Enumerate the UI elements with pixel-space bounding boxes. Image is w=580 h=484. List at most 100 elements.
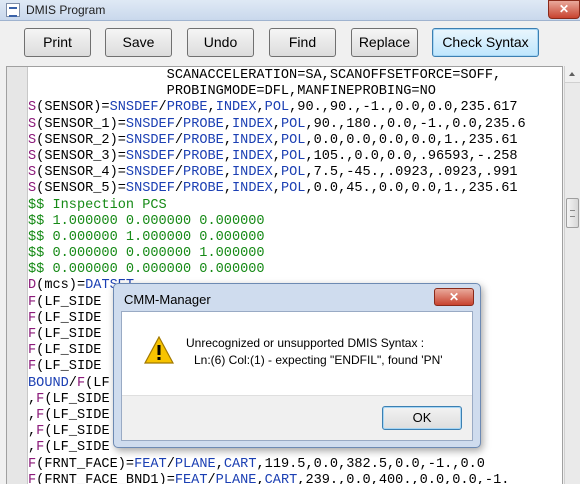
code-line[interactable]: S(SENSOR_4)=SNSDEF/PROBE,INDEX,POL,7.5,-… <box>28 165 526 181</box>
code-token: FEAT <box>134 456 167 472</box>
code-line[interactable]: S(SENSOR)=SNSDEF/PROBE,INDEX,POL,90.,90.… <box>28 100 526 116</box>
code-token: INDEX <box>232 148 273 164</box>
code-token: POL <box>264 100 290 116</box>
ok-button[interactable]: OK <box>382 406 462 430</box>
code-line[interactable]: S(SENSOR_1)=SNSDEF/PROBE,INDEX,POL,90.,1… <box>28 117 526 133</box>
code-token: , <box>207 100 216 116</box>
code-token: (SENSOR_4)= <box>36 165 126 181</box>
code-token: INDEX <box>232 116 273 132</box>
code-token: PROBINGMODE=DFL,MANFINEPROBING=NO <box>28 84 436 100</box>
code-token: PROBE <box>183 165 224 181</box>
code-token: / <box>68 375 77 391</box>
code-token: POL <box>280 181 306 197</box>
find-button[interactable]: Find <box>269 28 336 57</box>
print-button[interactable]: Print <box>24 28 91 57</box>
code-token: SNSDEF <box>125 181 175 197</box>
dialog-message-line1: Unrecognized or unsupported DMIS Syntax … <box>186 336 425 350</box>
code-token: $$ 0.000000 1.000000 0.000000 <box>28 229 265 245</box>
code-token: , <box>28 440 37 456</box>
replace-button[interactable]: Replace <box>351 28 418 57</box>
code-token: POL <box>280 148 306 164</box>
window-title: DMIS Program <box>26 3 106 17</box>
code-line[interactable]: S(SENSOR_5)=SNSDEF/PROBE,INDEX,POL,0.0,4… <box>28 181 526 197</box>
code-token: (SENSOR)= <box>36 100 110 116</box>
code-token: , <box>223 132 232 148</box>
code-token: ,119.5,0.0,382.5,0.0,-1.,0.0 <box>256 456 485 472</box>
code-token: (LF_SIDE <box>44 391 110 407</box>
code-token: $$ 0.000000 0.000000 1.000000 <box>28 246 265 262</box>
code-token: / <box>174 148 184 164</box>
code-line[interactable]: $$ 0.000000 0.000000 0.000000 <box>28 262 526 278</box>
code-token: S <box>28 181 37 197</box>
code-token: PROBE <box>183 116 224 132</box>
scroll-up-arrow-icon[interactable] <box>565 66 580 83</box>
code-token: / <box>174 165 184 181</box>
code-token: INDEX <box>232 181 273 197</box>
code-token: ,239.,0.0,400.,0.0,0.0,-1. <box>297 472 510 484</box>
code-token: , <box>256 472 265 484</box>
code-token: D <box>28 278 37 294</box>
code-token: / <box>174 132 184 148</box>
code-line[interactable]: F(FRNT_FACE)=FEAT/PLANE,CART,119.5,0.0,3… <box>28 457 526 473</box>
code-token: SNSDEF <box>109 100 159 116</box>
vertical-scrollbar[interactable] <box>564 66 580 484</box>
editor-gutter <box>7 67 28 484</box>
code-token: / <box>174 116 184 132</box>
code-token: (SENSOR_5)= <box>36 181 126 197</box>
code-line[interactable]: S(SENSOR_2)=SNSDEF/PROBE,INDEX,POL,0.0,0… <box>28 133 526 149</box>
dialog-body: Unrecognized or unsupported DMIS Syntax … <box>121 311 473 441</box>
code-token: (mcs)= <box>36 278 86 294</box>
code-token: , <box>215 456 224 472</box>
code-token: $$ 0.000000 0.000000 0.000000 <box>28 262 265 278</box>
code-token: INDEX <box>232 165 273 181</box>
code-token: ,90.,180.,0.0,-1.,0.0,235.6 <box>305 116 526 132</box>
code-token: , <box>272 148 281 164</box>
code-token: (LF <box>85 375 110 391</box>
code-token: ,105.,0.0,0.0,.96593,-.258 <box>305 148 518 164</box>
code-token: F <box>28 472 37 484</box>
code-line[interactable]: S(SENSOR_3)=SNSDEF/PROBE,INDEX,POL,105.,… <box>28 149 526 165</box>
code-token: ,90.,90.,-1.,0.0,0.0,235.617 <box>289 100 518 116</box>
code-token: F <box>28 456 37 472</box>
window-close-button[interactable]: ✕ <box>548 0 580 19</box>
save-button[interactable]: Save <box>105 28 172 57</box>
code-token: PROBE <box>183 132 224 148</box>
code-token: , <box>28 424 37 440</box>
check-syntax-button[interactable]: Check Syntax <box>432 28 539 57</box>
code-token: ,0.0,0.0,0.0,0.0,1.,235.61 <box>305 132 518 148</box>
code-line[interactable]: SCANACCELERATION=SA,SCANOFFSETFORCE=SOFF… <box>28 68 526 84</box>
code-token: INDEX <box>232 132 273 148</box>
code-token: , <box>272 132 281 148</box>
code-token: , <box>272 165 281 181</box>
code-line[interactable]: $$ Inspection PCS <box>28 198 526 214</box>
code-token: (SENSOR_3)= <box>36 148 126 164</box>
window-titlebar: DMIS Program ✕ <box>0 0 580 21</box>
code-token: (LF_SIDE <box>44 424 110 440</box>
undo-button[interactable]: Undo <box>187 28 254 57</box>
code-token: POL <box>280 165 306 181</box>
code-token: SNSDEF <box>125 116 175 132</box>
code-token: SNSDEF <box>125 132 175 148</box>
code-line[interactable]: F(FRNT_FACE_BND1)=FEAT/PLANE,CART,239.,0… <box>28 473 526 484</box>
code-token: SNSDEF <box>125 148 175 164</box>
scrollbar-thumb[interactable] <box>566 198 579 228</box>
dialog-close-button[interactable]: ✕ <box>434 288 474 306</box>
code-line[interactable]: $$ 0.000000 1.000000 0.000000 <box>28 230 526 246</box>
warning-icon <box>144 336 174 364</box>
code-line[interactable]: PROBINGMODE=DFL,MANFINEPROBING=NO <box>28 84 526 100</box>
code-token: , <box>223 116 232 132</box>
code-token: F <box>28 327 37 342</box>
code-token: PROBE <box>183 181 224 197</box>
code-token: CART <box>223 456 257 472</box>
code-line[interactable]: $$ 0.000000 0.000000 1.000000 <box>28 246 526 262</box>
code-token: / <box>207 472 216 484</box>
code-line[interactable]: $$ 1.000000 0.000000 0.000000 <box>28 214 526 230</box>
code-token: BOUND <box>28 375 69 391</box>
code-token: $$ Inspection PCS <box>28 197 167 213</box>
code-token: , <box>223 148 232 164</box>
code-token: S <box>28 148 37 164</box>
dialog-title: CMM-Manager <box>124 292 211 307</box>
code-token: F <box>28 294 37 310</box>
code-token: S <box>28 132 37 148</box>
dialog-footer: OK <box>122 395 472 440</box>
